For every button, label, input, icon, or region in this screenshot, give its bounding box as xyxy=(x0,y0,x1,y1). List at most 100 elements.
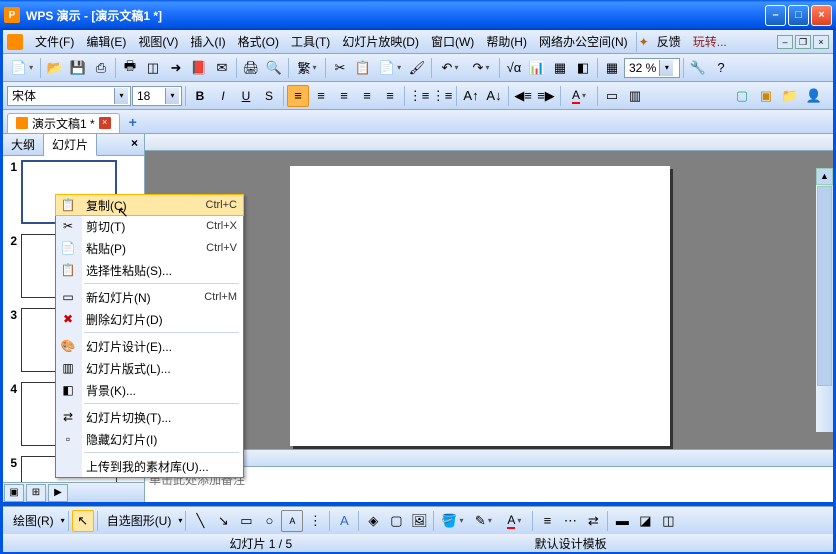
slides-tab[interactable]: 幻灯片 xyxy=(44,134,97,156)
gallery2-button[interactable]: ▢ xyxy=(385,510,407,532)
incfont-button[interactable]: A↑ xyxy=(460,85,482,107)
cm-paste[interactable]: 📄粘贴(P)Ctrl+V xyxy=(56,237,243,259)
cm-delete[interactable]: ✖删除幻灯片(D) xyxy=(56,308,243,330)
italic-button[interactable]: I xyxy=(212,85,234,107)
gallery1-button[interactable]: ◈ xyxy=(362,510,384,532)
menu-view[interactable]: 视图(V) xyxy=(132,31,184,52)
menu-netspace[interactable]: 网络办公空间(N) xyxy=(533,31,634,52)
linestyle-button[interactable]: ⋯ xyxy=(559,510,581,532)
minimize-button[interactable]: – xyxy=(765,5,786,26)
shadow3d-button[interactable]: ◪ xyxy=(634,510,656,532)
cm-transition[interactable]: ⇄幻灯片切换(T)... xyxy=(56,406,243,428)
rect-button[interactable]: ▭ xyxy=(235,510,257,532)
draw-menu[interactable]: 绘图(R) xyxy=(7,510,60,531)
table-button[interactable]: ▦ xyxy=(549,57,571,79)
numbering-button[interactable]: ⋮≡ xyxy=(431,85,453,107)
menu-insert[interactable]: 插入(I) xyxy=(184,31,231,52)
menu-file[interactable]: 文件(F) xyxy=(29,31,80,52)
align-center-button[interactable]: ≡ xyxy=(310,85,332,107)
decfont-button[interactable]: A↓ xyxy=(483,85,505,107)
arrow-button[interactable]: ↘ xyxy=(212,510,234,532)
preview-button[interactable]: 🔍 xyxy=(263,57,285,79)
notes-pane[interactable]: 单击此处添加备注 xyxy=(145,466,833,502)
fontcolor-button[interactable]: A xyxy=(564,85,594,107)
cm-hide[interactable]: ▫隐藏幻灯片(I) xyxy=(56,428,243,450)
cm-newslide[interactable]: ▭新幻灯片(N)Ctrl+M xyxy=(56,286,243,308)
sidetool1[interactable]: ▢ xyxy=(731,85,753,107)
linecolor-button[interactable]: ✎ xyxy=(468,510,498,532)
lineweight-button[interactable]: ≡ xyxy=(536,510,558,532)
fill-button[interactable]: 🪣 xyxy=(437,510,467,532)
cut-button[interactable]: ✂ xyxy=(329,57,351,79)
font-combo[interactable]: 宋体▾ xyxy=(7,86,131,106)
outdent-button[interactable]: ◀≡ xyxy=(512,85,534,107)
save-button[interactable]: 💾 xyxy=(67,57,89,79)
autoshapes-menu[interactable]: 自选图形(U) xyxy=(101,510,178,531)
layout-button[interactable]: ▥ xyxy=(624,85,646,107)
grid-button[interactable]: ▦ xyxy=(601,57,623,79)
mdi-minimize[interactable]: – xyxy=(777,35,793,49)
wordart-button[interactable]: A xyxy=(333,510,355,532)
cm-copy[interactable]: 📋复制(C)Ctrl+C xyxy=(55,194,244,216)
chart-button[interactable]: 📊 xyxy=(526,57,548,79)
align-left-button[interactable]: ≡ xyxy=(287,85,309,107)
outline-tab[interactable]: 大纲 xyxy=(3,134,44,155)
brush-button[interactable]: 🖌 xyxy=(406,57,428,79)
align-dist-button[interactable]: ≡ xyxy=(379,85,401,107)
paste-button[interactable]: 📄 xyxy=(375,57,405,79)
3d-button[interactable]: ◫ xyxy=(657,510,679,532)
line-button[interactable]: ╲ xyxy=(189,510,211,532)
open-button[interactable]: 📂 xyxy=(44,57,66,79)
lang-button[interactable]: 繁 xyxy=(292,57,322,79)
menu-edit[interactable]: 编辑(E) xyxy=(80,31,132,52)
slide-canvas[interactable] xyxy=(290,166,670,446)
maximize-button[interactable]: □ xyxy=(788,5,809,26)
menu-logo[interactable] xyxy=(7,34,23,50)
menu-window[interactable]: 窗口(W) xyxy=(425,31,480,52)
menu-tools[interactable]: 工具(T) xyxy=(285,31,336,52)
normal-view-button[interactable]: ▣ xyxy=(4,484,24,502)
menu-toggle[interactable]: 玩转... xyxy=(687,31,733,52)
cm-design[interactable]: 🎨幻灯片设计(E)... xyxy=(56,335,243,357)
copy-button[interactable]: 📋 xyxy=(352,57,374,79)
sorter-view-button[interactable]: ⊞ xyxy=(26,484,46,502)
bullets-button[interactable]: ⋮≡ xyxy=(408,85,430,107)
export-button[interactable]: ➜ xyxy=(165,57,187,79)
cm-pastespecial[interactable]: 📋选择性粘贴(S)... xyxy=(56,259,243,281)
slideshow-view-button[interactable]: ▶ xyxy=(48,484,68,502)
color-button[interactable]: ◧ xyxy=(572,57,594,79)
undo-button[interactable]: ↶ xyxy=(435,57,465,79)
formula-button[interactable]: √α xyxy=(503,57,525,79)
textbox-button[interactable]: A xyxy=(281,510,303,532)
equalheight-button[interactable]: ▬ xyxy=(611,510,633,532)
menu-feedback[interactable]: 反馈 xyxy=(651,31,687,52)
menu-help[interactable]: 帮助(H) xyxy=(480,31,533,52)
add-tab-button[interactable]: + xyxy=(124,114,142,132)
vertical-scrollbar[interactable]: ▲ xyxy=(816,168,833,432)
bold-button[interactable]: B xyxy=(189,85,211,107)
saveall-button[interactable]: ⎙ xyxy=(90,57,112,79)
cm-layout[interactable]: ▥幻灯片版式(L)... xyxy=(56,357,243,379)
underline-button[interactable]: U xyxy=(235,85,257,107)
vtext-button[interactable]: ⋮ xyxy=(304,510,326,532)
help-button[interactable]: ? xyxy=(710,57,732,79)
slide-canvas-area[interactable]: ▲ xyxy=(145,151,833,449)
cm-upload[interactable]: 上传到我的素材库(U)... xyxy=(56,455,243,477)
template-button[interactable]: ◫ xyxy=(142,57,164,79)
cm-background[interactable]: ◧背景(K)... xyxy=(56,379,243,401)
align-justify-button[interactable]: ≡ xyxy=(356,85,378,107)
shadow-button[interactable]: S xyxy=(258,85,280,107)
newslide-button[interactable]: ▭ xyxy=(601,85,623,107)
redo-button[interactable]: ↷ xyxy=(466,57,496,79)
zoom-combo[interactable]: 32 %▾ xyxy=(624,58,680,78)
mail-button[interactable]: ✉ xyxy=(211,57,233,79)
indent-button[interactable]: ≡▶ xyxy=(535,85,557,107)
menu-slideshow[interactable]: 幻灯片放映(D) xyxy=(336,31,425,52)
document-tab[interactable]: 演示文稿1 * × xyxy=(7,113,120,133)
close-button[interactable]: × xyxy=(811,5,832,26)
image-button[interactable]: 🖼 xyxy=(408,510,430,532)
pdf-button[interactable]: 📕 xyxy=(188,57,210,79)
select-button[interactable]: ↖ xyxy=(72,510,94,532)
print2-button[interactable]: 🖨 xyxy=(240,57,262,79)
sidetool4[interactable]: 👤 xyxy=(803,85,825,107)
